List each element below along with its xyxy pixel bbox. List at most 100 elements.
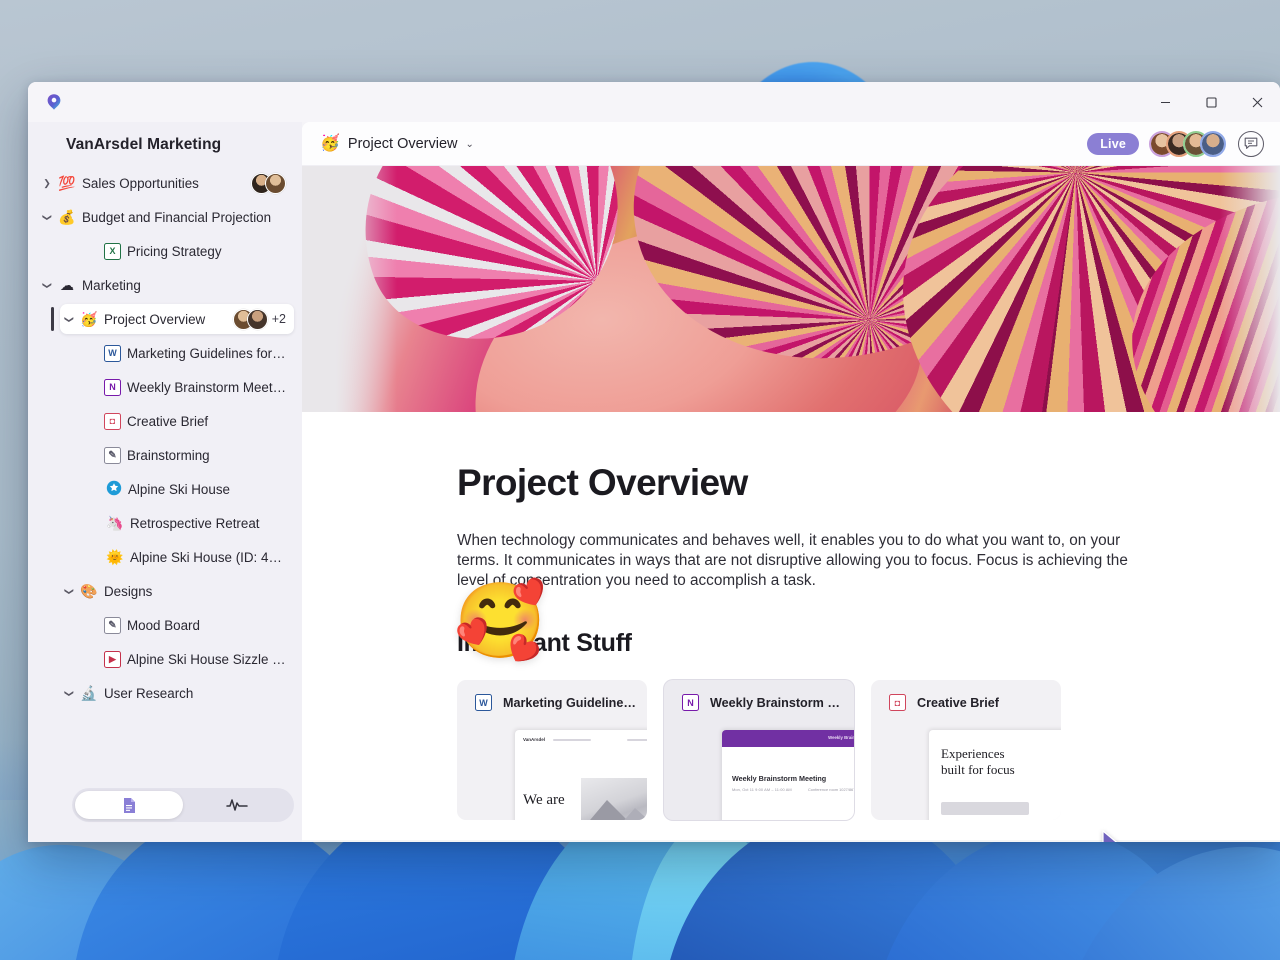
- workspace-title: VanArsdel Marketing: [66, 136, 222, 153]
- thumb-brand: VanArsdel: [523, 737, 546, 743]
- board-file-icon: ✎: [104, 446, 121, 464]
- sidebar-item-marketing[interactable]: ☁ Marketing: [38, 270, 294, 300]
- window-titlebar[interactable]: [28, 82, 1280, 122]
- sidebar-item-label: Brainstorming: [127, 447, 210, 463]
- sidebar-item-project-overview[interactable]: 🥳 Project Overview +2: [51, 304, 294, 334]
- chevron-down-icon[interactable]: [60, 587, 78, 596]
- item-presence-avatars[interactable]: +2: [232, 308, 286, 330]
- sidebar-item-designs[interactable]: 🎨 Designs: [60, 576, 294, 606]
- document-title-dropdown[interactable]: 🥳 Project Overview ⌄: [320, 134, 474, 152]
- sidebar-item-mood-board[interactable]: ✎ Mood Board: [86, 610, 294, 640]
- presence-avatars[interactable]: [1149, 130, 1226, 157]
- document-title: Project Overview: [347, 135, 458, 152]
- sidebar-item-sales-opportunities[interactable]: 💯 Sales Opportunities: [38, 168, 294, 198]
- onenote-file-icon: N: [682, 694, 699, 712]
- sidebar-item-label: Designs: [104, 583, 153, 599]
- item-emoji-icon: ☁: [60, 277, 74, 293]
- alpine-ski-house-icon: [104, 480, 123, 498]
- sidebar-item-label: Pricing Strategy: [127, 243, 222, 259]
- chevron-down-icon[interactable]: [60, 315, 78, 324]
- window-bottom-edge: [302, 840, 1280, 842]
- thumb-headline: Experiences built for focus: [941, 746, 1015, 778]
- thumb-block: [941, 802, 1029, 816]
- navigation-tree: 💯 Sales Opportunities 💰 Budget and Financia…: [38, 164, 302, 788]
- chevron-down-icon: ⌄: [465, 139, 474, 150]
- chevron-right-icon[interactable]: [38, 179, 56, 188]
- maximize-button[interactable]: [1188, 82, 1234, 122]
- sidebar-item-creative-brief[interactable]: ◘ Creative Brief: [86, 406, 294, 436]
- document-toolbar: 🥳 Project Overview ⌄ Live: [302, 122, 1280, 166]
- chevron-down-icon[interactable]: [38, 213, 56, 222]
- word-file-icon: W: [104, 344, 121, 362]
- sidebar-item-activity-view[interactable]: [183, 791, 291, 819]
- avatar[interactable]: [246, 308, 268, 330]
- desktop-wallpaper: VanArsdel Marketing 💯 Sales Opportunities…: [0, 0, 1280, 960]
- sidebar-item-label: Sales Opportunities: [82, 175, 199, 191]
- sidebar-view-toggle[interactable]: [72, 788, 294, 822]
- activity-pulse-icon: [226, 799, 248, 811]
- thumb-title: Weekly Brainstorm Meeting: [732, 774, 827, 784]
- chevron-down-icon[interactable]: [60, 689, 78, 698]
- sidebar-item-pricing-strategy[interactable]: X Pricing Strategy: [86, 236, 294, 266]
- document-emoji-icon: 🥳: [320, 134, 340, 152]
- sidebar-item-budget-and-financial-projection[interactable]: 💰 Budget and Financial Projection: [38, 202, 294, 232]
- chat-bubble-icon[interactable]: [1238, 130, 1264, 157]
- sidebar-item-label: Marketing: [82, 277, 141, 293]
- item-emoji-icon: 💯: [58, 175, 76, 191]
- thumb-headline-line2: built for focus: [941, 762, 1015, 778]
- sidebar-item-pages-view[interactable]: [75, 791, 183, 819]
- page-title: Project Overview: [457, 462, 748, 503]
- avatar[interactable]: [1200, 130, 1226, 157]
- thumb-meta: Conference room 1027/8673 · Ope: [808, 787, 854, 793]
- hero-banner: [302, 166, 1280, 412]
- hero-right-fade: [1220, 166, 1280, 412]
- avatar[interactable]: [265, 172, 286, 194]
- live-status-badge[interactable]: Live: [1087, 132, 1139, 155]
- sidebar-item-alpine-ski-house[interactable]: Alpine Ski House: [86, 474, 294, 504]
- item-presence-avatars[interactable]: [251, 172, 286, 194]
- linked-cards-row: W Marketing Guidelines f… VanArsdel We a…: [457, 680, 1280, 821]
- thumb-mountain: [619, 808, 647, 821]
- loop-page-icon: ◘: [889, 694, 906, 712]
- sidebar-item-alpine-ski-house-id-487[interactable]: 🌞 Alpine Ski House (ID: 487…: [86, 542, 294, 572]
- sidebar-item-marketing-guidelines-for-v[interactable]: W Marketing Guidelines for V…: [86, 338, 294, 368]
- sidebar-item-label: Retrospective Retreat: [130, 515, 260, 531]
- onenote-file-icon: N: [104, 378, 121, 396]
- item-emoji-icon: 🔬: [80, 685, 98, 701]
- minimize-button[interactable]: [1142, 82, 1188, 122]
- thumb-line: [553, 739, 591, 741]
- sidebar-item-weekly-brainstorm-meeting[interactable]: N Weekly Brainstorm Meeting: [86, 372, 294, 402]
- item-emoji-icon: 🎨: [80, 583, 98, 599]
- sidebar-item-retrospective-retreat[interactable]: 🦄 Retrospective Retreat: [86, 508, 294, 538]
- sidebar-item-label: Alpine Ski House: [128, 481, 230, 497]
- board-file-icon: ✎: [104, 616, 121, 634]
- page-emoji-icon[interactable]: 🥰: [454, 584, 546, 658]
- card-creative-brief[interactable]: ◘ Creative Brief Experiences built for f…: [871, 680, 1061, 821]
- sidebar-item-user-research[interactable]: 🔬 User Research: [60, 678, 294, 708]
- window-controls: [1142, 82, 1280, 122]
- thumb-meta: Mon, Oct 11 9:00 AM – 11:00 AM: [732, 787, 792, 793]
- sidebar: VanArsdel Marketing 💯 Sales Opportunities…: [28, 122, 302, 842]
- sidebar-item-label: Creative Brief: [127, 413, 209, 429]
- hero-left-fade: [302, 166, 397, 412]
- section-heading: Important Stuff: [457, 629, 632, 658]
- document-pane: 🥳 Project Overview ⌄ Live 🥰 Project Over…: [302, 122, 1280, 842]
- sidebar-item-brainstorming[interactable]: ✎ Brainstorming: [86, 440, 294, 470]
- chevron-down-icon[interactable]: [38, 281, 56, 290]
- live-cursor-you: You: [1100, 830, 1124, 842]
- thumb-bar-text: Weekly Brainstorm: [828, 735, 854, 741]
- word-file-icon: W: [475, 694, 492, 712]
- document-icon: [123, 797, 135, 813]
- sidebar-item-alpine-ski-house-sizzle-re[interactable]: ▶ Alpine Ski House Sizzle Re…: [86, 644, 294, 674]
- document-body: 🥰 Project Overview When technology commu…: [302, 412, 1280, 842]
- sidebar-item-label: Mood Board: [127, 617, 200, 633]
- document-paragraph[interactable]: When technology communicates and behaves…: [457, 531, 1129, 592]
- item-emoji-icon: 💰: [58, 209, 76, 225]
- sidebar-item-label: Marketing Guidelines for V…: [127, 345, 286, 361]
- close-button[interactable]: [1234, 82, 1280, 122]
- card-title: Creative Brief: [917, 695, 999, 710]
- card-thumbnail: VanArsdel We are: [515, 730, 647, 821]
- card-weekly-brainstorm[interactable]: N Weekly Brainstorm Me… Weekly Brainstor…: [664, 680, 854, 821]
- thumb-line: [627, 739, 647, 741]
- card-marketing-guidelines[interactable]: W Marketing Guidelines f… VanArsdel We a…: [457, 680, 647, 821]
